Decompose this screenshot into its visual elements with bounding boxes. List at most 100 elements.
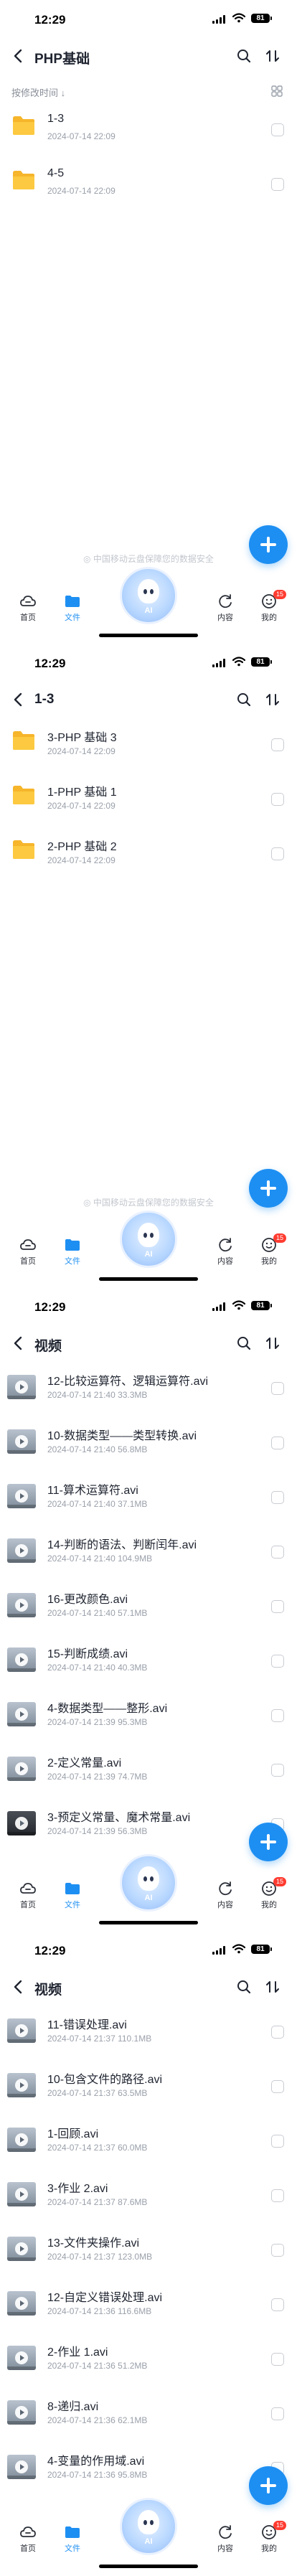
add-button[interactable] bbox=[249, 1823, 288, 1861]
select-checkbox[interactable] bbox=[271, 123, 284, 136]
list-item[interactable]: 2-定义常量.avi 2024-07-14 21:39 74.7MB bbox=[0, 1741, 297, 1795]
select-checkbox[interactable] bbox=[271, 793, 284, 806]
screenshot-stack: 12:29 81 PHP基础 按修改时间 ↓ 1-3 2024-07-14 22:09 4-… bbox=[0, 0, 297, 2575]
tab-files[interactable]: 文件 bbox=[51, 1236, 94, 1268]
add-button[interactable] bbox=[249, 2466, 288, 2505]
tab-files[interactable]: 文件 bbox=[51, 2524, 94, 2555]
tab-content[interactable]: 内容 bbox=[204, 2524, 247, 2555]
select-checkbox[interactable] bbox=[271, 2080, 284, 2093]
grid-view-icon[interactable] bbox=[271, 85, 283, 97]
select-checkbox[interactable] bbox=[271, 2298, 284, 2311]
sort-icon[interactable] bbox=[264, 691, 281, 708]
back-icon[interactable] bbox=[9, 1977, 29, 1997]
sort-icon[interactable] bbox=[264, 1978, 281, 1996]
select-checkbox[interactable] bbox=[271, 1382, 284, 1395]
phone-screen: 12:29 81 视频 12-比较运算符、逻辑运算符.avi 2024-07-14 21… bbox=[0, 1287, 297, 1931]
search-icon[interactable] bbox=[235, 1978, 253, 1996]
folder-icon bbox=[64, 593, 81, 610]
phone-screen: 12:29 81 PHP基础 按修改时间 ↓ 1-3 2024-07-14 22:09 4-… bbox=[0, 0, 297, 644]
tab-content[interactable]: 内容 bbox=[204, 1236, 247, 1268]
ai-assistant-button[interactable]: AI bbox=[120, 2498, 177, 2555]
select-checkbox[interactable] bbox=[271, 178, 284, 191]
sort-icon[interactable] bbox=[264, 1335, 281, 1352]
list-item[interactable]: 1-3 2024-07-14 22:09 bbox=[0, 100, 297, 155]
list-item[interactable]: 1-回顾.avi 2024-07-14 21:37 60.0MB bbox=[0, 2112, 297, 2166]
sort-icon[interactable] bbox=[264, 47, 281, 65]
item-meta: 2024-07-14 21:36 95.8MB bbox=[47, 2470, 148, 2480]
select-checkbox[interactable] bbox=[271, 1600, 284, 1613]
list-item[interactable]: 8-递归.avi 2024-07-14 21:36 62.1MB bbox=[0, 2384, 297, 2439]
tab-home[interactable]: 首页 bbox=[6, 2524, 50, 2555]
list-item[interactable]: 1-PHP 基础 1 2024-07-14 22:09 bbox=[0, 770, 297, 824]
list-item[interactable]: 14-判断的语法、判断闰年.avi 2024-07-14 21:40 104.9M… bbox=[0, 1523, 297, 1577]
tab-mine[interactable]: 我的 15 bbox=[248, 590, 291, 624]
refresh-content-icon bbox=[217, 1236, 234, 1254]
select-checkbox[interactable] bbox=[271, 1546, 284, 1559]
select-checkbox[interactable] bbox=[271, 1437, 284, 1449]
tab-mine[interactable]: 我的 15 bbox=[248, 2521, 291, 2555]
list-item[interactable]: 15-判断成绩.avi 2024-07-14 21:40 40.3MB bbox=[0, 1632, 297, 1686]
tab-home[interactable]: 首页 bbox=[6, 1236, 50, 1268]
select-checkbox[interactable] bbox=[271, 738, 284, 751]
select-checkbox[interactable] bbox=[271, 2407, 284, 2420]
tab-content[interactable]: 内容 bbox=[204, 593, 247, 624]
battery-icon: 81 bbox=[251, 1945, 272, 1954]
folder-icon bbox=[11, 784, 36, 806]
list-item[interactable]: 3-作业 2.avi 2024-07-14 21:37 87.6MB bbox=[0, 2166, 297, 2221]
list-item[interactable]: 10-包含文件的路径.avi 2024-07-14 21:37 63.5MB bbox=[0, 2057, 297, 2112]
list-item[interactable]: 10-数据类型——类型转换.avi 2024-07-14 21:40 56.8MB bbox=[0, 1414, 297, 1468]
back-icon[interactable] bbox=[9, 1333, 29, 1353]
select-checkbox[interactable] bbox=[271, 2189, 284, 2202]
back-icon[interactable] bbox=[9, 690, 29, 710]
list-item[interactable]: 2-PHP 基础 2 2024-07-14 22:09 bbox=[0, 824, 297, 879]
search-icon[interactable] bbox=[235, 47, 253, 65]
select-checkbox[interactable] bbox=[271, 2026, 284, 2039]
add-button[interactable] bbox=[249, 1169, 288, 1208]
list-item[interactable]: 12-比较运算符、逻辑运算符.avi 2024-07-14 21:40 33.3M… bbox=[0, 1359, 297, 1414]
select-checkbox[interactable] bbox=[271, 2353, 284, 2366]
tab-files[interactable]: 文件 bbox=[51, 1880, 94, 1912]
list-item[interactable]: 2-作业 1.avi 2024-07-14 21:36 51.2MB bbox=[0, 2330, 297, 2384]
search-icon[interactable] bbox=[235, 1335, 253, 1352]
back-icon[interactable] bbox=[9, 46, 29, 66]
select-checkbox[interactable] bbox=[271, 1709, 284, 1722]
list-item[interactable]: 4-5 2024-07-14 22:09 bbox=[0, 155, 297, 210]
item-meta: 2024-07-14 21:40 37.1MB bbox=[47, 1499, 148, 1509]
tab-home[interactable]: 首页 bbox=[6, 593, 50, 624]
list-item[interactable]: 11-错误处理.avi 2024-07-14 21:37 110.1MB bbox=[0, 2003, 297, 2057]
video-thumbnail-icon bbox=[7, 1484, 36, 1508]
ai-assistant-button[interactable]: AI bbox=[120, 1211, 177, 1268]
tab-files[interactable]: 文件 bbox=[51, 593, 94, 624]
select-checkbox[interactable] bbox=[271, 2244, 284, 2257]
select-checkbox[interactable] bbox=[271, 1764, 284, 1777]
status-time: 12:29 bbox=[34, 13, 66, 27]
item-meta: 2024-07-14 21:40 57.1MB bbox=[47, 1608, 148, 1618]
add-button[interactable] bbox=[249, 525, 288, 564]
select-checkbox[interactable] bbox=[271, 1491, 284, 1504]
tab-mine[interactable]: 我的 15 bbox=[248, 1233, 291, 1268]
sort-order-label[interactable]: 按修改时间 ↓ bbox=[11, 85, 65, 99]
tab-content[interactable]: 内容 bbox=[204, 1880, 247, 1912]
list-item[interactable]: 4-数据类型——整形.avi 2024-07-14 21:39 95.3MB bbox=[0, 1686, 297, 1741]
search-icon[interactable] bbox=[235, 691, 253, 708]
list-item[interactable]: 11-算术运算符.avi 2024-07-14 21:40 37.1MB bbox=[0, 1468, 297, 1523]
tab-label: 内容 bbox=[217, 614, 233, 622]
list-item[interactable]: 16-更改颜色.avi 2024-07-14 21:40 57.1MB bbox=[0, 1577, 297, 1632]
select-checkbox[interactable] bbox=[271, 847, 284, 860]
ai-assistant-button[interactable]: AI bbox=[120, 1854, 177, 1912]
item-name: 12-自定义错误处理.avi bbox=[47, 2292, 163, 2304]
list-item[interactable]: 12-自定义错误处理.avi 2024-07-14 21:36 116.6MB bbox=[0, 2275, 297, 2330]
select-checkbox[interactable] bbox=[271, 2135, 284, 2148]
tab-home[interactable]: 首页 bbox=[6, 1880, 50, 1912]
cloud-home-icon bbox=[19, 1236, 37, 1254]
item-meta: 2024-07-14 21:39 56.3MB bbox=[47, 1826, 148, 1836]
ai-assistant-button[interactable]: AI bbox=[120, 567, 177, 624]
select-checkbox[interactable] bbox=[271, 1655, 284, 1668]
cloud-home-icon bbox=[19, 593, 37, 610]
item-name: 3-PHP 基础 3 bbox=[47, 732, 117, 744]
list-item[interactable]: 3-PHP 基础 3 2024-07-14 22:09 bbox=[0, 715, 297, 770]
ai-label: AI bbox=[144, 1250, 153, 1259]
cloud-home-icon bbox=[19, 2524, 37, 2541]
tab-mine[interactable]: 我的 15 bbox=[248, 1877, 291, 1912]
list-item[interactable]: 13-文件夹操作.avi 2024-07-14 21:37 123.0MB bbox=[0, 2221, 297, 2275]
